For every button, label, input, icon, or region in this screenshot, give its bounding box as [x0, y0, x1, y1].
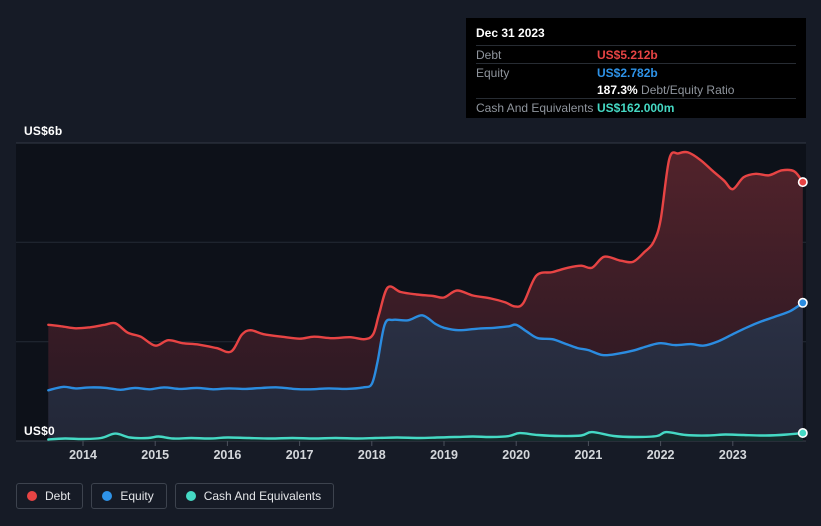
y-axis-label-top: US$6b: [24, 124, 63, 138]
svg-text:2015: 2015: [141, 448, 169, 462]
tooltip-row-debt: Debt US$5.212b: [476, 46, 796, 64]
svg-text:2022: 2022: [647, 448, 675, 462]
y-axis-label-bottom: US$0: [24, 424, 55, 438]
svg-text:2023: 2023: [719, 448, 747, 462]
cash-series-dot-icon: [185, 491, 196, 501]
legend-item-label: Cash And Equivalents: [203, 489, 322, 503]
tooltip-debt-value: US$5.212b: [597, 47, 658, 62]
svg-text:2019: 2019: [430, 448, 458, 462]
debt-series-dot-icon: [27, 491, 37, 501]
chart-tooltip: Dec 31 2023 Debt US$5.212b Equity US$2.7…: [466, 18, 806, 118]
legend-item-cash[interactable]: Cash And Equivalents: [174, 483, 335, 509]
legend-item-label: Debt: [45, 489, 71, 503]
tooltip-row-cash: Cash And Equivalents US$162.000m: [476, 99, 796, 116]
legend-item-label: Equity: [120, 489, 154, 503]
chart-legend: Debt Equity Cash And Equivalents: [16, 483, 335, 509]
equity-series-dot-icon: [102, 491, 113, 501]
tooltip-row-equity: Equity US$2.782b: [476, 64, 796, 81]
svg-text:2017: 2017: [286, 448, 314, 462]
svg-text:2016: 2016: [213, 448, 241, 462]
svg-text:2020: 2020: [502, 448, 530, 462]
tooltip-equity-value: US$2.782b: [597, 65, 658, 80]
tooltip-ratio-value: 187.3% Debt/Equity Ratio: [597, 82, 735, 97]
tooltip-equity-label: Equity: [476, 65, 510, 80]
tooltip-ratio-label: Debt/Equity Ratio: [641, 82, 735, 97]
debt-equity-history-panel: 2014 2015 2016 2017 2018 2019 2020 2021 2022 2023…: [0, 0, 821, 526]
tooltip-cash-label: Cash And Equivalents: [476, 100, 594, 115]
svg-text:2018: 2018: [358, 448, 386, 462]
tooltip-date: Dec 31 2023: [476, 23, 796, 46]
legend-item-debt[interactable]: Debt: [16, 483, 84, 509]
tooltip-cash-value: US$162.000m: [597, 100, 675, 115]
svg-text:2021: 2021: [574, 448, 602, 462]
legend-item-equity[interactable]: Equity: [91, 483, 167, 509]
svg-text:2014: 2014: [69, 448, 97, 462]
tooltip-debt-label: Debt: [476, 47, 502, 62]
tooltip-row-ratio: 187.3% Debt/Equity Ratio: [476, 81, 796, 99]
